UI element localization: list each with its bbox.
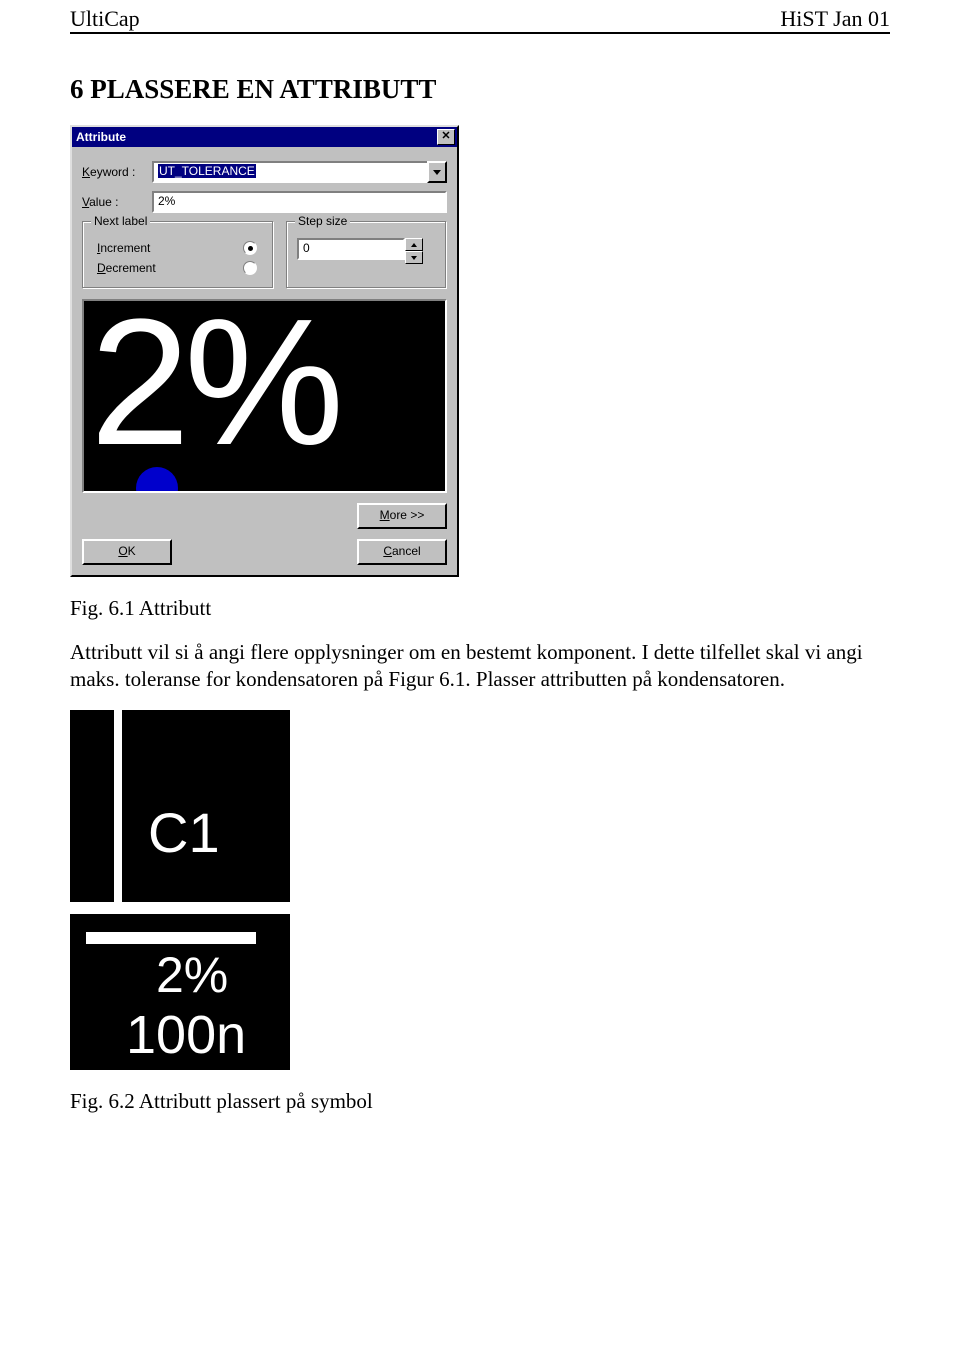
- section-title: 6 PLASSERE EN ATTRIBUTT: [70, 74, 890, 105]
- header-right: HiST Jan 01: [780, 6, 890, 32]
- value-input[interactable]: 2%: [152, 191, 447, 213]
- header-left: UltiCap: [70, 6, 140, 32]
- radio-icon[interactable]: [243, 241, 257, 255]
- value-label: 100n: [126, 1004, 246, 1066]
- radio-icon[interactable]: [243, 261, 257, 275]
- body-paragraph: Attributt vil si å angi flere opplysning…: [70, 639, 890, 692]
- chevron-down-icon[interactable]: [427, 161, 447, 183]
- dialog-titlebar[interactable]: Attribute ✕: [72, 127, 457, 147]
- value-label: Value :: [82, 195, 152, 209]
- increment-radio-row[interactable]: Increment: [93, 238, 263, 258]
- more-button[interactable]: More >>: [357, 503, 447, 529]
- attribute-dialog: Attribute ✕ Keyword : UT_TOLERANCE Value…: [70, 125, 459, 577]
- step-size-input[interactable]: 0: [297, 238, 405, 260]
- figure-caption-2: Fig. 6.2 Attributt plassert på symbol: [70, 1088, 890, 1114]
- spin-up-icon[interactable]: [405, 238, 423, 251]
- step-size-group: Step size 0: [286, 221, 447, 289]
- refdes-label: C1: [148, 800, 220, 865]
- capacitor-lead-icon: [114, 710, 122, 902]
- capacitor-plate-icon: [70, 902, 290, 914]
- keyword-combobox[interactable]: UT_TOLERANCE: [152, 161, 447, 183]
- next-label-group: Next label Increment Decrement: [82, 221, 274, 289]
- keyword-input[interactable]: UT_TOLERANCE: [152, 161, 427, 183]
- spin-down-icon[interactable]: [405, 251, 423, 264]
- preview-text: 2%: [90, 299, 338, 486]
- doc-header: UltiCap HiST Jan 01: [70, 0, 890, 34]
- symbol-figure: C1 2% 100n: [70, 710, 290, 1070]
- step-size-legend: Step size: [295, 214, 350, 228]
- decrement-radio-row[interactable]: Decrement: [93, 258, 263, 278]
- preview-pane: 2%: [82, 299, 447, 493]
- ok-button[interactable]: OK: [82, 539, 172, 565]
- close-icon[interactable]: ✕: [437, 129, 455, 145]
- capacitor-plate-icon: [86, 932, 256, 944]
- next-label-legend: Next label: [91, 214, 150, 228]
- figure-caption-1: Fig. 6.1 Attributt: [70, 595, 890, 621]
- cancel-button[interactable]: Cancel: [357, 539, 447, 565]
- tolerance-label: 2%: [156, 946, 228, 1004]
- keyword-label: Keyword :: [82, 165, 152, 179]
- dialog-title: Attribute: [76, 130, 126, 144]
